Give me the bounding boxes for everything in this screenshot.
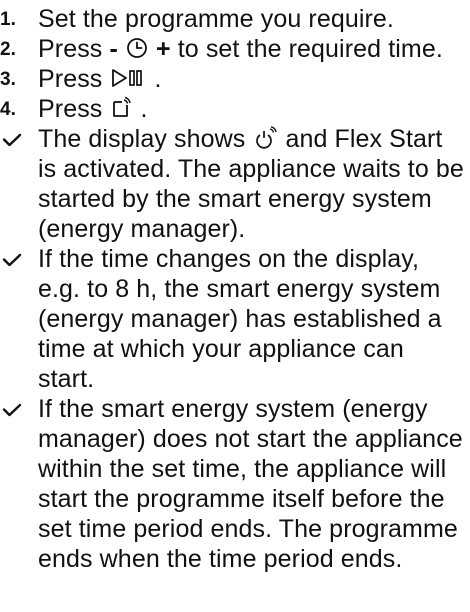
step-text-after: to set the required time. bbox=[177, 35, 443, 63]
result-item: The display shows and Flex Start is acti… bbox=[0, 124, 464, 244]
step-number: 3. bbox=[0, 69, 17, 90]
clock-timer-icon bbox=[127, 38, 147, 58]
result-text: If the time changes on the display, e.g.… bbox=[38, 245, 442, 393]
step-text-after: . bbox=[154, 65, 162, 93]
step-text-after: . bbox=[140, 95, 148, 123]
step-list: 1. Set the programme you require. 2. Pre… bbox=[0, 4, 464, 124]
result-item: If the time changes on the display, e.g.… bbox=[0, 244, 464, 394]
start-pause-icon bbox=[112, 69, 143, 87]
step-number: 4. bbox=[0, 99, 17, 120]
checkmark-icon bbox=[2, 133, 22, 147]
plus-symbol: + bbox=[155, 35, 171, 63]
checkmark-icon bbox=[2, 253, 22, 267]
step-text-before: Press bbox=[38, 95, 103, 123]
step-text: Set the programme you require. bbox=[38, 5, 394, 33]
instruction-page: 1. Set the programme you require. 2. Pre… bbox=[0, 0, 470, 612]
checkmark-icon bbox=[2, 403, 22, 417]
step-item: 2. Press - + to set the required time. bbox=[0, 34, 464, 64]
step-item: 4. Press . bbox=[0, 94, 464, 124]
result-text: If the smart energy system (energy manag… bbox=[38, 395, 463, 573]
step-item: 3. Press . bbox=[0, 64, 464, 94]
step-number: 2. bbox=[0, 39, 17, 60]
result-text-before: The display shows bbox=[38, 125, 246, 153]
step-text-before: Press bbox=[38, 35, 103, 63]
step-text-before: Press bbox=[38, 65, 103, 93]
step-item: 1. Set the programme you require. bbox=[0, 4, 464, 34]
remote-start-icon bbox=[113, 96, 132, 117]
result-list: The display shows and Flex Start is acti… bbox=[0, 124, 464, 574]
result-item: If the smart energy system (energy manag… bbox=[0, 394, 464, 574]
flex-start-icon bbox=[256, 126, 278, 149]
minus-symbol: - bbox=[109, 35, 118, 63]
step-number: 1. bbox=[0, 9, 17, 30]
